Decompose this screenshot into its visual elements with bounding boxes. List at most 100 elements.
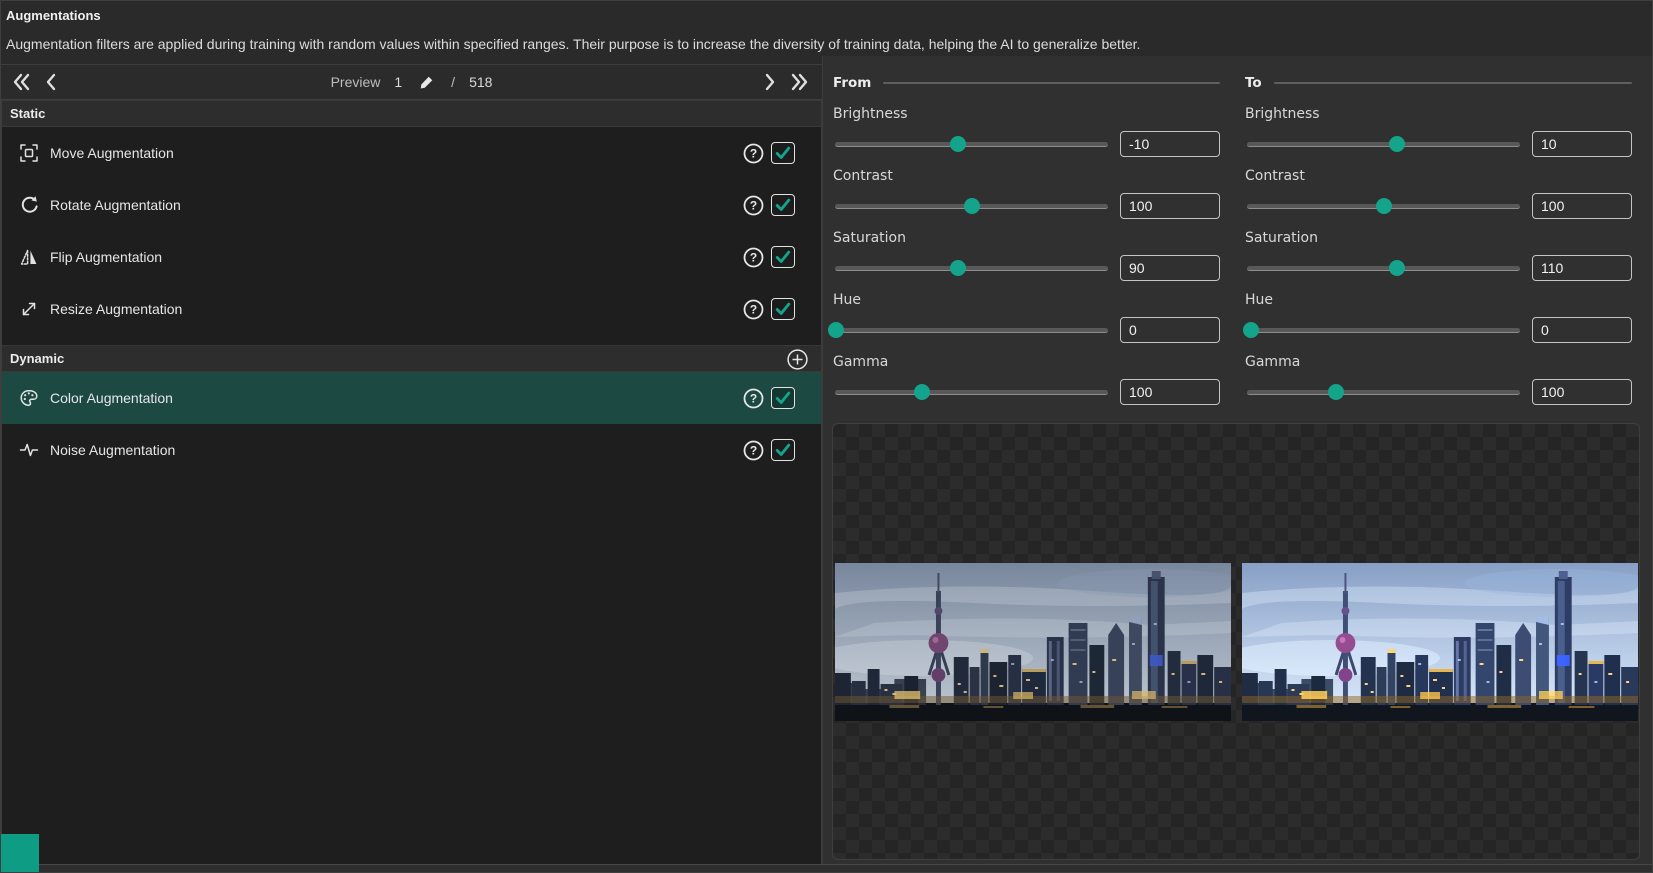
slider-thumb[interactable] — [1389, 136, 1405, 152]
augmentation-checkbox[interactable] — [771, 387, 795, 409]
from-saturation-slider[interactable] — [833, 255, 1110, 281]
from-saturation-label: Saturation — [833, 230, 1220, 247]
from-brightness-control: Brightness — [833, 106, 1220, 157]
plus-circle-icon — [786, 348, 809, 371]
help-icon[interactable]: ? — [742, 387, 765, 410]
list-item-color-augmentation[interactable]: Color Augmentation? — [2, 372, 821, 424]
status-indicator-square[interactable] — [1, 834, 39, 873]
resize-icon — [18, 298, 40, 320]
to-contrast-control: Contrast — [1245, 168, 1632, 219]
list-item-rotate-augmentation[interactable]: Rotate Augmentation? — [2, 179, 821, 231]
move-icon — [18, 142, 40, 164]
to-saturation-control: Saturation — [1245, 230, 1632, 281]
current-image-index: 1 — [394, 74, 402, 90]
slider-thumb[interactable] — [914, 384, 930, 400]
from-hue-value-input[interactable] — [1120, 317, 1220, 343]
augmentation-checkbox[interactable] — [771, 142, 795, 164]
page-header: Augmentations Augmentation filters are a… — [1, 1, 1652, 56]
slider-track — [1247, 390, 1520, 395]
slider-thumb[interactable] — [950, 260, 966, 276]
augmentation-label: Color Augmentation — [50, 390, 173, 406]
section-label: Static — [10, 106, 45, 121]
from-contrast-value-input[interactable] — [1120, 193, 1220, 219]
from-saturation-value-input[interactable] — [1120, 255, 1220, 281]
list-item-flip-augmentation[interactable]: Flip Augmentation? — [2, 231, 821, 283]
help-icon[interactable]: ? — [742, 246, 765, 269]
to-hue-value-input[interactable] — [1532, 317, 1632, 343]
to-brightness-slider[interactable] — [1245, 131, 1522, 157]
svg-text:?: ? — [750, 302, 757, 316]
previous-image-button[interactable] — [41, 70, 61, 94]
next-image-button[interactable] — [760, 70, 780, 94]
augmentation-sidebar: Preview 1 / 518 Static Move Augmentation?… — [1, 64, 822, 865]
augmentation-checkbox[interactable] — [771, 298, 795, 320]
section-header-static: Static — [2, 100, 821, 127]
to-contrast-value-input[interactable] — [1532, 193, 1632, 219]
add-augmentation-button[interactable] — [786, 348, 809, 371]
first-image-button[interactable] — [9, 70, 35, 94]
to-contrast-slider[interactable] — [1245, 193, 1522, 219]
window-bottom-bar — [1, 864, 1652, 872]
list-item-move-augmentation[interactable]: Move Augmentation? — [2, 127, 821, 179]
to-brightness-value-input[interactable] — [1532, 131, 1632, 157]
edit-index-button[interactable] — [416, 72, 437, 93]
help-icon[interactable]: ? — [742, 439, 765, 462]
slider-track — [835, 328, 1108, 333]
augmentation-checkbox[interactable] — [771, 194, 795, 216]
augmentation-label: Rotate Augmentation — [50, 197, 181, 213]
to-contrast-label: Contrast — [1245, 168, 1632, 185]
to-gamma-slider[interactable] — [1245, 379, 1522, 405]
from-brightness-slider[interactable] — [833, 131, 1110, 157]
preview-canvas — [832, 423, 1640, 860]
from-hue-label: Hue — [833, 292, 1220, 309]
augmentations-window: Augmentations Augmentation filters are a… — [0, 0, 1653, 873]
slider-thumb[interactable] — [1243, 322, 1259, 338]
to-saturation-value-input[interactable] — [1532, 255, 1632, 281]
augmentation-label: Resize Augmentation — [50, 301, 182, 317]
slider-thumb[interactable] — [1389, 260, 1405, 276]
augmentation-label: Noise Augmentation — [50, 442, 175, 458]
slider-track — [1247, 328, 1520, 333]
slider-thumb[interactable] — [950, 136, 966, 152]
preview-navigation-bar: Preview 1 / 518 — [1, 64, 822, 100]
page-description: Augmentation filters are applied during … — [6, 36, 1140, 52]
slider-thumb[interactable] — [1376, 198, 1392, 214]
slider-track — [835, 266, 1108, 271]
slider-track — [835, 142, 1108, 147]
to-saturation-label: Saturation — [1245, 230, 1632, 247]
help-icon[interactable]: ? — [742, 142, 765, 165]
list-item-resize-augmentation[interactable]: Resize Augmentation? — [2, 283, 821, 335]
total-image-count: 518 — [469, 74, 492, 90]
from-contrast-slider[interactable] — [833, 193, 1110, 219]
to-saturation-slider[interactable] — [1245, 255, 1522, 281]
slider-thumb[interactable] — [1328, 384, 1344, 400]
augmentation-label: Move Augmentation — [50, 145, 174, 161]
list-item-noise-augmentation[interactable]: Noise Augmentation? — [2, 424, 821, 476]
augmentation-checkbox[interactable] — [771, 246, 795, 268]
from-hue-control: Hue — [833, 292, 1220, 343]
help-icon[interactable]: ? — [742, 298, 765, 321]
from-saturation-control: Saturation — [833, 230, 1220, 281]
last-image-button[interactable] — [786, 70, 812, 94]
noise-icon — [18, 439, 40, 461]
augmentation-settings-panel: From Brightness Contrast Saturation Hue Gamma… — [823, 56, 1652, 865]
from-gamma-label: Gamma — [833, 354, 1220, 371]
rotate-icon — [18, 194, 40, 216]
to-gamma-label: Gamma — [1245, 354, 1632, 371]
from-gamma-slider[interactable] — [833, 379, 1110, 405]
augmentation-checkbox[interactable] — [771, 439, 795, 461]
from-hue-slider[interactable] — [833, 317, 1110, 343]
to-hue-slider[interactable] — [1245, 317, 1522, 343]
svg-text:?: ? — [750, 250, 757, 264]
from-panel-header: From — [833, 73, 1220, 93]
from-gamma-value-input[interactable] — [1120, 379, 1220, 405]
slider-thumb[interactable] — [964, 198, 980, 214]
help-icon[interactable]: ? — [742, 194, 765, 217]
slider-thumb[interactable] — [828, 322, 844, 338]
to-gamma-value-input[interactable] — [1532, 379, 1632, 405]
from-brightness-value-input[interactable] — [1120, 131, 1220, 157]
from-panel: FromBrightnessContrastSaturationHueGamma — [833, 73, 1220, 416]
from-gamma-control: Gamma — [833, 354, 1220, 405]
to-brightness-label: Brightness — [1245, 106, 1632, 123]
slider-track — [835, 390, 1108, 395]
